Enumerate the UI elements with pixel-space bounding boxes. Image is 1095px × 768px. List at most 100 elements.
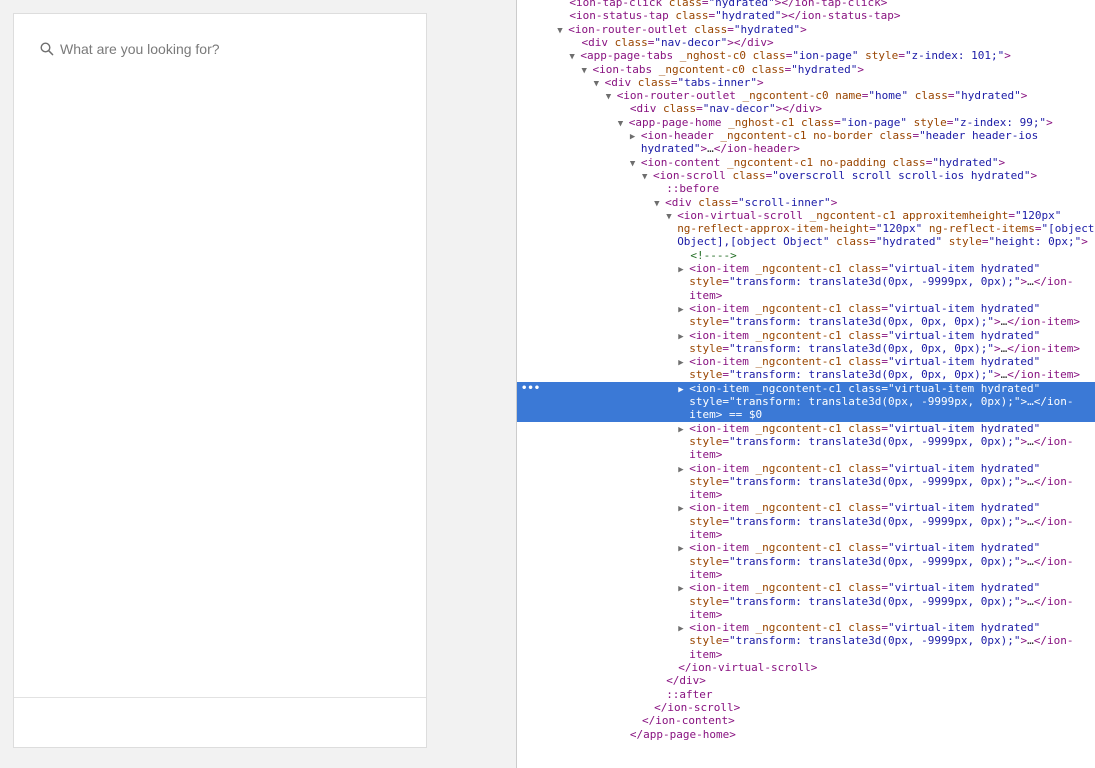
search-input[interactable]: What are you looking for?	[60, 41, 220, 57]
code-token: …	[1027, 514, 1034, 528]
dom-node-line[interactable]: style="transform: translate3d(0px, -9999…	[517, 275, 1095, 289]
dom-node-line[interactable]: style="transform: translate3d(0px, 0px, …	[517, 368, 1095, 382]
dom-node-line[interactable]: <div class="nav-decor"></div>	[517, 36, 1095, 50]
dom-node-line[interactable]: style="transform: translate3d(0px, -9999…	[517, 515, 1095, 529]
dom-node-row[interactable]: ▶ <ion-item _ngcontent-c1 class="virtual-…	[517, 262, 1095, 276]
code-token: style	[689, 514, 723, 528]
dom-node-line[interactable]: </div>	[517, 674, 1095, 688]
code-token: </ion-	[1033, 594, 1074, 608]
search-bar[interactable]: What are you looking for?	[14, 14, 426, 86]
dom-node-line[interactable]: </app-page-home>	[517, 728, 1095, 742]
code-token: =	[881, 421, 888, 435]
code-token: </ion-virtual-scroll>	[678, 661, 818, 674]
dom-node-line[interactable]: item> == $0	[517, 408, 1095, 422]
code-token: "virtual-item hydrated"	[887, 328, 1041, 342]
dom-node-line[interactable]: item>	[517, 448, 1095, 462]
dom-node-row[interactable]: ▶ <ion-item _ngcontent-c1 class="virtual-…	[517, 541, 1095, 555]
dom-node-line[interactable]: item>	[517, 488, 1095, 502]
code-token: item>	[689, 448, 723, 462]
dom-node-row[interactable]: ▶ <ion-item _ngcontent-c1 class="virtual-…	[517, 329, 1095, 343]
dom-node-line[interactable]: Object],[object Object" class="hydrated"…	[517, 235, 1095, 249]
dom-node-line[interactable]: <ion-status-tap class="hydrated"></ion-s…	[517, 9, 1095, 23]
code-token: "virtual-item hydrated"	[887, 355, 1041, 369]
code-token: item>	[689, 408, 723, 422]
code-token: <ion-item	[689, 501, 749, 515]
code-token: ::before	[666, 182, 720, 196]
code-token: …	[1027, 554, 1034, 568]
dom-node-line[interactable]: ::after	[517, 688, 1095, 702]
dom-node-line[interactable]: item>	[517, 568, 1095, 582]
dom-node-row[interactable]: ▶ <ion-item _ngcontent-c1 class="virtual-…	[517, 355, 1095, 369]
dom-node-line[interactable]: <ion-tap-click class="hydrated"></ion-ta…	[517, 0, 1095, 10]
dom-node-row[interactable]: ▶ <ion-header _ngcontent-c1 no-border cla…	[517, 129, 1095, 143]
code-token: "home"	[868, 89, 909, 103]
dom-node-line[interactable]: ng-reflect-approx-item-height="120px" ng…	[517, 222, 1095, 236]
dom-node-row[interactable]: ▶ <ion-item _ngcontent-c1 class="virtual-…	[517, 462, 1095, 476]
dom-node-line[interactable]: </ion-content>	[517, 714, 1095, 728]
dom-node-row[interactable]: ▶ <ion-item _ngcontent-c1 class="virtual-…	[517, 501, 1095, 515]
dom-node-line[interactable]: style="transform: translate3d(0px, -9999…	[517, 475, 1095, 489]
code-token: <div	[665, 195, 692, 209]
code-token: "nav-decor"	[702, 102, 776, 116]
dom-node-line[interactable]: style="transform: translate3d(0px, -9999…	[517, 435, 1095, 449]
dom-node-line[interactable]: style="transform: translate3d(0px, 0px, …	[517, 315, 1095, 329]
code-token: "120px"	[1014, 208, 1062, 222]
dom-node-line[interactable]: </ion-scroll>	[517, 701, 1095, 715]
dom-node-line[interactable]: hydrated">…</ion-header>	[517, 142, 1095, 156]
code-token: _ngcontent-c1 class	[748, 381, 882, 395]
dom-node-row[interactable]: ▼ <ion-tabs _ngcontent-c0 class="hydrated…	[517, 63, 1095, 77]
dom-node-line[interactable]: ::before	[517, 182, 1095, 196]
dom-node-row[interactable]: ▼ <div class="scroll-inner">	[517, 196, 1095, 210]
dom-node-row[interactable]: ▶ <ion-item _ngcontent-c1 class="virtual-…	[517, 381, 1095, 396]
code-token: _ngcontent-c1 no-padding class	[720, 155, 926, 169]
dom-node-line[interactable]: <!---->	[517, 249, 1095, 263]
code-token: <app-page-home	[628, 115, 722, 129]
code-token: <ion-virtual-scroll	[677, 208, 804, 222]
code-token: "transform: translate3d(0px, -9999px, 0p…	[729, 514, 1021, 528]
dom-node-row[interactable]: ▶ <ion-item _ngcontent-c1 class="virtual-…	[517, 581, 1095, 595]
dom-node-row[interactable]: ▶ <ion-item _ngcontent-c1 class="virtual-…	[517, 302, 1095, 316]
dom-node-row[interactable]: ▼ <ion-scroll class="overscroll scroll sc…	[517, 169, 1095, 183]
dom-node-row[interactable]: ▼ <app-page-tabs _nghost-c0 class="ion-pa…	[517, 49, 1095, 63]
dom-node-line[interactable]: style="transform: translate3d(0px, -9999…	[517, 555, 1095, 569]
code-token: "hydrated"	[733, 22, 801, 36]
dom-node-row[interactable]: ▼ <div class="tabs-inner">	[517, 76, 1095, 90]
code-token: "virtual-item hydrated"	[887, 621, 1041, 635]
dom-node-row[interactable]: ▼ <ion-virtual-scroll _ngcontent-c1 appro…	[517, 209, 1095, 223]
code-token: class	[656, 102, 697, 116]
code-token: <ion-router-outlet	[616, 89, 736, 103]
dom-node-line[interactable]: style="transform: translate3d(0px, -9999…	[517, 634, 1095, 648]
dom-node-row[interactable]: ▶ <ion-item _ngcontent-c1 class="virtual-…	[517, 422, 1095, 436]
dom-node-line[interactable]: item>	[517, 648, 1095, 662]
code-token: >	[800, 22, 807, 36]
dom-node-row[interactable]: ▶ <ion-item _ngcontent-c1 class="virtual-…	[517, 621, 1095, 635]
code-token: >	[993, 341, 1001, 355]
code-token: =	[881, 381, 888, 395]
code-token: </ion-	[1033, 395, 1074, 408]
dom-node-row[interactable]: ▼ <ion-router-outlet class="hydrated">	[517, 23, 1095, 37]
code-token: <ion-scroll	[653, 168, 726, 182]
dom-node-line[interactable]: <div class="nav-decor"></div>	[517, 102, 1095, 116]
dom-node-line[interactable]: style="transform: translate3d(0px, -9999…	[517, 395, 1095, 409]
more-options-icon[interactable]: •••	[521, 382, 540, 395]
code-token: "virtual-item hydrated"	[887, 461, 1041, 475]
dom-node-line[interactable]: </ion-virtual-scroll>	[517, 661, 1095, 675]
code-token: item>	[689, 607, 723, 621]
code-token: "virtual-item hydrated"	[887, 501, 1041, 515]
code-token: =	[881, 621, 888, 635]
code-token: =	[881, 301, 888, 315]
code-token: _ngcontent-c1 class	[748, 501, 882, 515]
dom-node-row[interactable]: ▼ <ion-content _ngcontent-c1 no-padding c…	[517, 156, 1095, 170]
code-token: …	[1027, 474, 1034, 488]
dom-node-line[interactable]: style="transform: translate3d(0px, -9999…	[517, 595, 1095, 609]
code-token: style	[906, 115, 947, 129]
code-token: <ion-status-tap	[569, 9, 669, 23]
code-token: _ngcontent-c1 class	[748, 328, 882, 342]
dom-node-row[interactable]: ▼ <ion-router-outlet _ngcontent-c0 name="…	[517, 89, 1095, 103]
devtools-elements-panel: <ion-tap-click class="hydrated"></ion-ta…	[516, 0, 1095, 768]
dom-node-line[interactable]: item>	[517, 528, 1095, 542]
dom-node-row[interactable]: ▼ <app-page-home _nghost-c1 class="ion-pa…	[517, 116, 1095, 130]
dom-node-line[interactable]: item>	[517, 608, 1095, 622]
dom-node-line[interactable]: item>	[517, 289, 1095, 303]
dom-node-line[interactable]: style="transform: translate3d(0px, 0px, …	[517, 342, 1095, 356]
